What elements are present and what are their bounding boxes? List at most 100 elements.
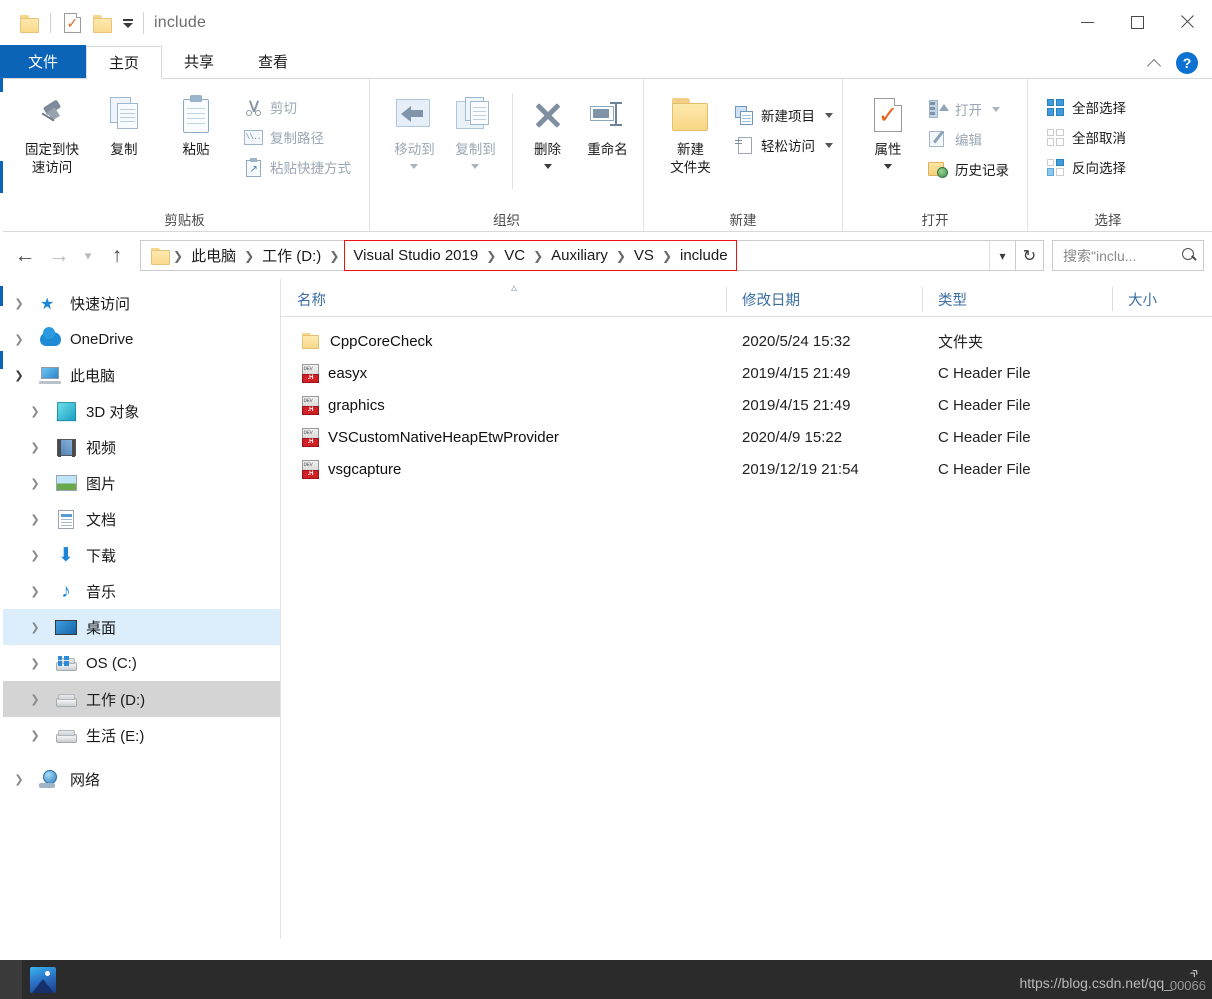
file-name-cell[interactable]: CppCoreCheck (281, 332, 726, 350)
close-button[interactable] (1162, 0, 1212, 44)
sidebar-item-onedrive[interactable]: ❯ OneDrive (0, 321, 280, 357)
invert-selection-button[interactable]: 反向选择 (1040, 153, 1131, 181)
breadcrumb-item-visual-studio-2019[interactable]: Visual Studio 2019 (348, 247, 483, 264)
table-row[interactable]: DEV .H VSCustomNativeHeapEtwProvider 2020… (281, 421, 1212, 453)
breadcrumb-item-include[interactable]: include (675, 247, 733, 264)
table-row[interactable]: DEV .H easyx 2019/4/15 21:49 C Header Fil… (281, 357, 1212, 389)
breadcrumb-item-vc[interactable]: VC (499, 247, 530, 264)
tab-home[interactable]: 主页 (86, 46, 163, 79)
sidebar-item-3d-objects[interactable]: ❯ 3D 对象 (0, 393, 280, 429)
breadcrumb-item-this-pc[interactable]: 此电脑 (186, 245, 241, 266)
customize-quick-access-icon[interactable] (117, 10, 139, 36)
tab-view[interactable]: 查看 (236, 45, 310, 78)
photos-app-icon[interactable] (30, 967, 56, 993)
search-input[interactable]: 搜索"inclu... (1063, 246, 1182, 266)
qat-new-folder-button[interactable] (87, 8, 117, 38)
sidebar-item-work-d[interactable]: ❯ 工作 (D:) (0, 681, 280, 717)
chevron-right-icon[interactable]: ❯ (8, 773, 30, 786)
column-name[interactable]: 名称 (281, 282, 726, 316)
table-row[interactable]: CppCoreCheck 2020/5/24 15:32 文件夹 (281, 325, 1212, 357)
chevron-right-icon[interactable]: ❯ (24, 585, 46, 598)
tab-file[interactable]: 文件 (0, 45, 86, 78)
chevron-right-icon[interactable]: ❯ (24, 405, 46, 418)
copy-button[interactable]: 复制 (88, 87, 160, 159)
sidebar-item-music[interactable]: ❯ ♪ 音乐 (0, 573, 280, 609)
breadcrumb-item-work-d[interactable]: 工作 (D:) (257, 245, 326, 266)
chevron-right-icon[interactable]: ❯ (24, 513, 46, 526)
copy-path-button[interactable]: \\.. 复制路径 (238, 123, 356, 151)
chevron-down-icon[interactable]: ▾ (989, 241, 1015, 270)
chevron-right-icon[interactable]: ❯ (24, 441, 46, 454)
chevron-right-icon[interactable]: ❯ (8, 333, 30, 346)
help-button[interactable]: ? (1176, 51, 1198, 74)
sidebar-item-documents[interactable]: ❯ 文档 (0, 501, 280, 537)
easy-access-button[interactable]: 轻松访问 (729, 131, 838, 159)
easy-access-label: 轻松访问 (761, 139, 815, 154)
chevron-up-icon[interactable] (1144, 52, 1166, 74)
select-all-button[interactable]: 全部选择 (1040, 93, 1131, 121)
table-row[interactable]: DEV .H graphics 2019/4/15 21:49 C Header … (281, 389, 1212, 421)
file-name-cell[interactable]: DEV .H graphics (281, 395, 726, 415)
file-name-cell[interactable]: DEV .H VSCustomNativeHeapEtwProvider (281, 427, 726, 447)
tab-share[interactable]: 共享 (162, 45, 236, 78)
chevron-down-icon[interactable]: ❯ (8, 369, 30, 382)
chevron-right-icon[interactable]: ❯ (24, 477, 46, 490)
sidebar-item-pictures[interactable]: ❯ 图片 (0, 465, 280, 501)
chevron-right-icon[interactable]: ❯ (24, 693, 46, 706)
back-button[interactable]: ← (8, 239, 42, 273)
file-name: CppCoreCheck (330, 332, 433, 350)
minimize-button[interactable] (1062, 0, 1112, 44)
new-folder-icon (92, 15, 112, 33)
sidebar-item-label: 下载 (86, 547, 117, 565)
sidebar-item-network[interactable]: ❯ 网络 (0, 761, 280, 797)
column-size[interactable]: 大小 (1112, 282, 1202, 316)
paste-shortcut-button[interactable]: ↗ 粘贴快捷方式 (238, 153, 356, 181)
chevron-right-icon[interactable]: ❯ (24, 549, 46, 562)
qat-folder-button[interactable] (14, 8, 44, 38)
sidebar-item-downloads[interactable]: ❯ ⬇ 下载 (0, 537, 280, 573)
search-box[interactable]: 搜索"inclu... (1052, 240, 1204, 271)
breadcrumb-item-vs[interactable]: VS (629, 247, 659, 264)
navigation-pane[interactable]: ❯ ★ 快速访问 ❯ OneDrive ❯ 此电脑 ❯ 3D 对象 ❯ 视频 ❯… (0, 279, 281, 939)
sidebar-item-os-c[interactable]: ❯ OS (C:) (0, 645, 280, 681)
chevron-right-icon[interactable]: ❯ (8, 297, 30, 310)
cut-button[interactable]: 剪切 (238, 93, 356, 121)
chevron-right-icon[interactable]: ❯ (24, 729, 46, 742)
edit-button[interactable]: 编辑 (923, 125, 1014, 153)
file-name-cell[interactable]: DEV .H easyx (281, 363, 726, 383)
forward-button[interactable]: → (42, 239, 76, 273)
new-item-button[interactable]: 新建项目 (729, 101, 838, 129)
file-name-cell[interactable]: DEV .H vsgcapture (281, 459, 726, 479)
column-type[interactable]: 类型 (922, 282, 1112, 316)
taskbar-edge (0, 960, 22, 999)
chevron-right-icon[interactable]: ❯ (24, 657, 46, 670)
sidebar-item-this-pc[interactable]: ❯ 此电脑 (0, 357, 280, 393)
properties-button[interactable]: ✓ 属性 (857, 87, 919, 169)
breadcrumb-item-auxiliary[interactable]: Auxiliary (546, 247, 613, 264)
delete-button[interactable]: 删除 (519, 87, 576, 169)
sidebar-item-videos[interactable]: ❯ 视频 (0, 429, 280, 465)
pin-to-quick-access-button[interactable]: 固定到快 速访问 (16, 87, 88, 177)
sidebar-item-desktop[interactable]: ❯ 桌面 (0, 609, 280, 645)
recent-locations-button[interactable]: ▾ (76, 239, 100, 273)
select-none-button[interactable]: 全部取消 (1040, 123, 1131, 151)
history-button[interactable]: 历史记录 (923, 155, 1014, 183)
new-folder-button[interactable]: 新建 文件夹 (660, 87, 721, 177)
refresh-button[interactable]: ↻ (1016, 240, 1044, 271)
column-date-modified[interactable]: 修改日期 (726, 282, 922, 316)
copy-to-button[interactable]: 复制到 (445, 87, 506, 169)
move-to-button[interactable]: 移动到 (384, 87, 445, 169)
up-button[interactable]: ↑ (100, 239, 134, 273)
paste-button[interactable]: 粘贴 (160, 87, 232, 159)
search-icon (1182, 248, 1197, 263)
chevron-right-icon[interactable]: ❯ (24, 621, 46, 634)
breadcrumb[interactable]: ❯ 此电脑 ❯ 工作 (D:) ❯ Visual Studio 2019 ❯ V… (140, 240, 1016, 271)
qat-properties-button[interactable]: ✓ (57, 8, 87, 38)
rename-button[interactable]: 重命名 (576, 87, 639, 159)
open-button[interactable]: 打开 (923, 95, 1014, 123)
sidebar-item-quick-access[interactable]: ❯ ★ 快速访问 (0, 285, 280, 321)
sidebar-item-life-e[interactable]: ❯ 生活 (E:) (0, 717, 280, 753)
maximize-button[interactable] (1112, 0, 1162, 44)
table-row[interactable]: DEV .H vsgcapture 2019/12/19 21:54 C Head… (281, 453, 1212, 485)
quick-access-toolbar: ✓ (0, 0, 139, 46)
